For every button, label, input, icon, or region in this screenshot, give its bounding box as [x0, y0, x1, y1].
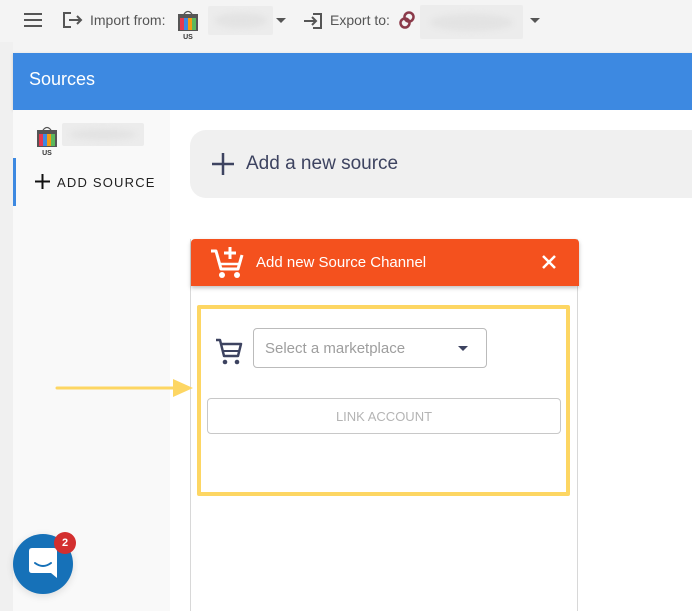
add-new-source-label: Add a new source	[246, 153, 399, 174]
panel-title: Add new Source Channel	[256, 254, 427, 271]
shopping-cart-icon	[216, 338, 243, 365]
close-icon[interactable]	[541, 254, 557, 270]
top-toolbar: Import from: US Export to:	[0, 0, 692, 42]
store-badge: US	[183, 34, 193, 40]
store-icon: US	[36, 124, 58, 157]
sidebar-source-item[interactable]: US	[13, 120, 170, 157]
add-source-channel-panel: Add new Source Channel Select a marketpl…	[190, 239, 579, 611]
export-account-redacted	[420, 5, 523, 39]
marketplace-placeholder: Select a marketplace	[265, 340, 406, 357]
import-icon	[63, 12, 83, 28]
marketplace-select[interactable]: Select a marketplace	[253, 328, 487, 368]
chevron-down-icon	[458, 346, 468, 351]
main-content: Add a new source Add new Source Channel	[170, 110, 692, 611]
svg-text:US: US	[42, 150, 52, 156]
highlight-box: Select a marketplace LINK ACCOUNT	[197, 305, 570, 496]
left-edge	[0, 42, 13, 611]
add-source-button[interactable]: ADD SOURCE	[13, 158, 170, 206]
source-name-redacted	[62, 123, 144, 146]
export-label: Export to:	[330, 12, 390, 28]
import-account-redacted	[208, 6, 273, 35]
import-dropdown-caret[interactable]	[276, 18, 286, 23]
unread-count-badge: 2	[54, 532, 76, 554]
link-logo-icon	[399, 11, 415, 29]
add-to-cart-icon	[211, 247, 244, 278]
import-label: Import from:	[90, 12, 166, 28]
annotation-arrow	[55, 379, 193, 397]
page-title: Sources	[29, 69, 96, 89]
link-account-button[interactable]: LINK ACCOUNT	[207, 398, 561, 434]
chat-icon	[29, 548, 57, 578]
plus-icon	[212, 153, 234, 175]
plus-icon	[35, 174, 50, 189]
sources-header: Sources	[13, 53, 692, 110]
hamburger-menu-icon[interactable]	[24, 13, 42, 27]
add-new-source-button[interactable]: Add a new source	[190, 130, 692, 198]
add-source-label: ADD SOURCE	[57, 175, 156, 190]
panel-header: Add new Source Channel	[191, 239, 579, 286]
export-icon	[304, 13, 322, 29]
store-icon[interactable]: US	[177, 8, 199, 41]
export-dropdown-caret[interactable]	[530, 18, 540, 23]
